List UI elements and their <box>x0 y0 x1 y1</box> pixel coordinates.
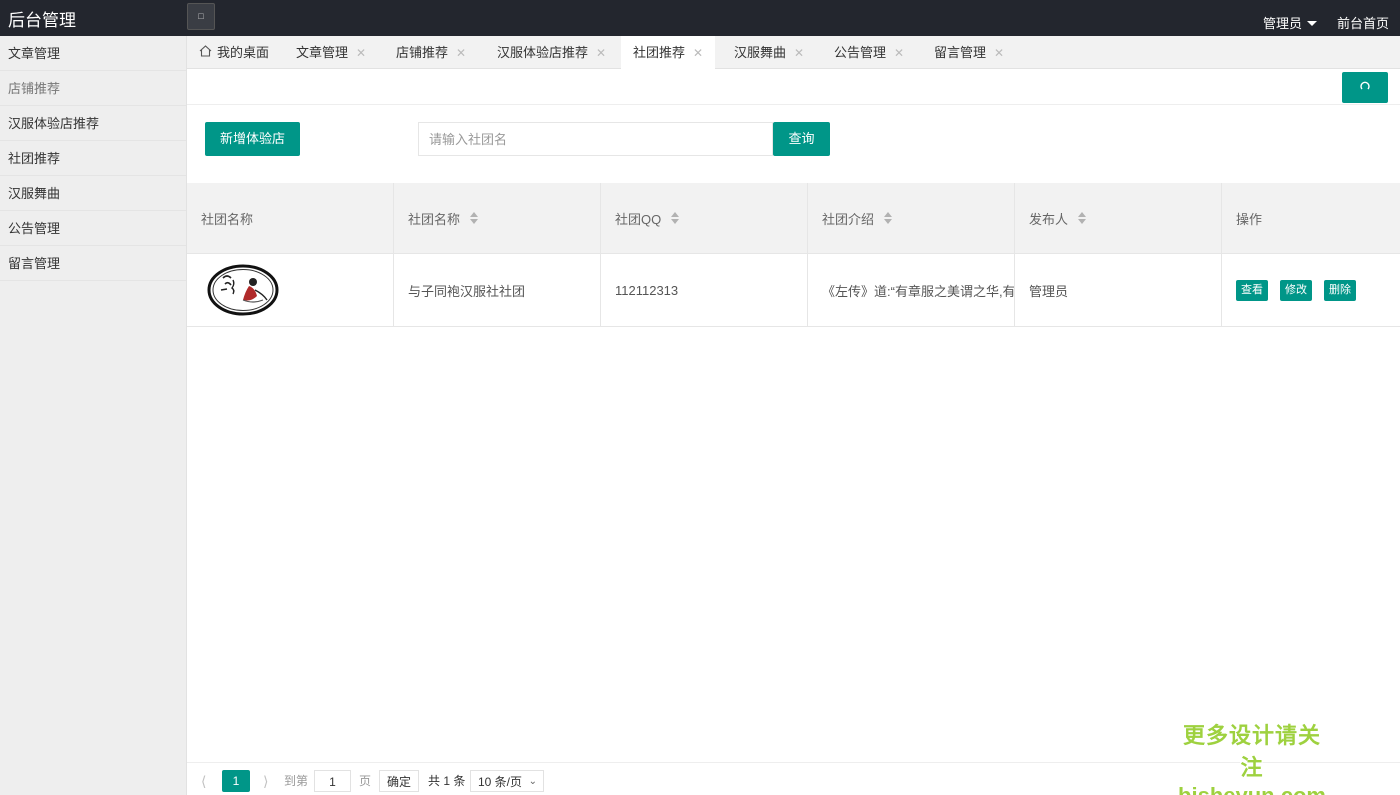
sort-icon[interactable] <box>1078 212 1087 224</box>
close-icon[interactable]: ✕ <box>994 46 1004 60</box>
tab-dance[interactable]: 汉服舞曲 ✕ <box>722 36 816 69</box>
club-name: 与子同袍汉服社社团 <box>394 254 601 326</box>
watermark-line-1: 更多设计请关注 <box>1182 723 1321 780</box>
page-label: 页 <box>359 774 372 788</box>
admin-menu[interactable]: 管理员 <box>1263 13 1318 32</box>
table-row: 与子同袍汉服社社团 112112313 《左传》道:“有章服之美谓之华,有礼仪之… <box>187 254 1400 327</box>
tab-experience-stores[interactable]: 汉服体验店推荐 ✕ <box>485 36 618 69</box>
chevron-down-icon: ⌄ <box>528 776 537 787</box>
tab-label: 汉服体验店推荐 <box>497 45 589 60</box>
confirm-button[interactable]: 确定 <box>379 770 419 792</box>
tab-label: 店铺推荐 <box>396 45 449 60</box>
view-button[interactable]: 查看 <box>1236 279 1268 301</box>
club-intro: 《左传》道:“有章服之美谓之华,有礼仪之大故称夏” <box>808 254 1015 326</box>
tab-label: 公告管理 <box>834 45 887 60</box>
tab-clubs[interactable]: 社团推荐 ✕ <box>621 36 716 70</box>
close-icon[interactable]: ✕ <box>356 46 366 60</box>
row-actions: 查看 修改 删除 <box>1222 254 1400 326</box>
close-icon[interactable]: ✕ <box>794 46 804 60</box>
goto-label: 到第 <box>284 774 309 788</box>
sort-icon[interactable] <box>470 212 479 224</box>
top-bar: 后台管理 □ 管理员 前台首页 <box>0 0 1400 36</box>
total-count: 共 1 条 <box>428 774 466 788</box>
add-store-button[interactable]: 新增体验店 <box>205 122 300 156</box>
edit-button[interactable]: 修改 <box>1280 279 1312 301</box>
sidebar-toggle-button[interactable]: □ <box>187 3 215 30</box>
sidebar-item-clubs[interactable]: 社团推荐 <box>0 141 186 176</box>
admin-label: 管理员 <box>1263 16 1303 31</box>
close-icon[interactable]: ✕ <box>456 46 466 60</box>
home-icon <box>199 36 212 69</box>
tab-announcements[interactable]: 公告管理 ✕ <box>822 36 916 69</box>
refresh-bar <box>187 69 1400 105</box>
column-header-intro[interactable]: 社团介绍 <box>808 183 1015 253</box>
tab-articles[interactable]: 文章管理 ✕ <box>284 36 378 69</box>
toolbar: 新增体验店 查询 <box>187 105 1400 183</box>
table-header: 社团名称 社团名称 社团QQ 社团介绍 发布人 操作 <box>187 183 1400 254</box>
square-icon: □ <box>198 11 204 21</box>
close-icon[interactable]: ✕ <box>894 46 904 60</box>
current-page[interactable]: 1 <box>222 770 250 792</box>
prev-page-icon[interactable]: ⟨ <box>201 770 206 792</box>
column-header-publisher[interactable]: 发布人 <box>1015 183 1222 253</box>
search-input[interactable] <box>418 122 773 156</box>
sidebar-item-dance[interactable]: 汉服舞曲 <box>0 176 186 211</box>
column-header-qq[interactable]: 社团QQ <box>601 183 808 253</box>
column-header-name[interactable]: 社团名称 <box>394 183 601 253</box>
club-publisher: 管理员 <box>1015 254 1222 326</box>
sidebar-item-shops[interactable]: 店铺推荐 <box>0 71 186 106</box>
refresh-button[interactable] <box>1342 72 1388 103</box>
sort-icon[interactable] <box>884 212 893 224</box>
front-page-link[interactable]: 前台首页 <box>1337 13 1389 32</box>
club-qq: 112112313 <box>601 254 808 326</box>
sort-icon[interactable] <box>671 212 680 224</box>
tab-label: 文章管理 <box>296 45 349 60</box>
goto-page-input[interactable]: 1 <box>314 770 351 792</box>
app-title: 后台管理 <box>8 11 76 30</box>
delete-button[interactable]: 删除 <box>1324 279 1356 301</box>
sidebar: 文章管理 店铺推荐 汉服体验店推荐 社团推荐 汉服舞曲 公告管理 留言管理 <box>0 36 187 795</box>
tab-messages[interactable]: 留言管理 ✕ <box>922 36 1016 69</box>
watermark-line-2: bisheyun.com <box>1172 783 1332 795</box>
watermark: 更多设计请关注 bisheyun.com <box>1172 718 1332 795</box>
tab-label: 我的桌面 <box>217 45 270 60</box>
caret-down-icon <box>1307 21 1318 26</box>
club-logo-cell <box>187 254 394 326</box>
sidebar-item-announcements[interactable]: 公告管理 <box>0 211 186 246</box>
page-size-value: 10 条/页 <box>478 775 523 789</box>
column-header-logo: 社团名称 <box>187 183 394 253</box>
column-header-actions: 操作 <box>1236 211 1263 227</box>
tab-bar: 我的桌面 文章管理 ✕ 店铺推荐 ✕ 汉服体验店推荐 ✕ 社团推荐 ✕ 汉服舞曲 ✕ 公告… <box>187 36 1400 70</box>
sidebar-item-articles[interactable]: 文章管理 <box>0 36 186 71</box>
query-button[interactable]: 查询 <box>773 122 830 156</box>
page-size-select[interactable]: 10 条/页 ⌄ <box>470 770 544 792</box>
sidebar-item-experience-stores[interactable]: 汉服体验店推荐 <box>0 106 186 141</box>
tab-label: 汉服舞曲 <box>734 45 787 60</box>
sidebar-item-messages[interactable]: 留言管理 <box>0 246 186 281</box>
tab-label: 社团推荐 <box>633 45 686 60</box>
next-page-icon[interactable]: ⟩ <box>263 770 268 792</box>
close-icon[interactable]: ✕ <box>693 46 703 60</box>
tab-label: 留言管理 <box>934 45 987 60</box>
tab-shops[interactable]: 店铺推荐 ✕ <box>384 36 478 69</box>
data-table: 社团名称 社团名称 社团QQ 社团介绍 发布人 操作 与子同袍汉服社社团 112… <box>187 183 1400 327</box>
refresh-icon <box>1360 80 1370 94</box>
close-icon[interactable]: ✕ <box>596 46 606 60</box>
tab-desktop[interactable]: 我的桌面 <box>187 36 281 69</box>
club-logo-image <box>205 262 281 318</box>
